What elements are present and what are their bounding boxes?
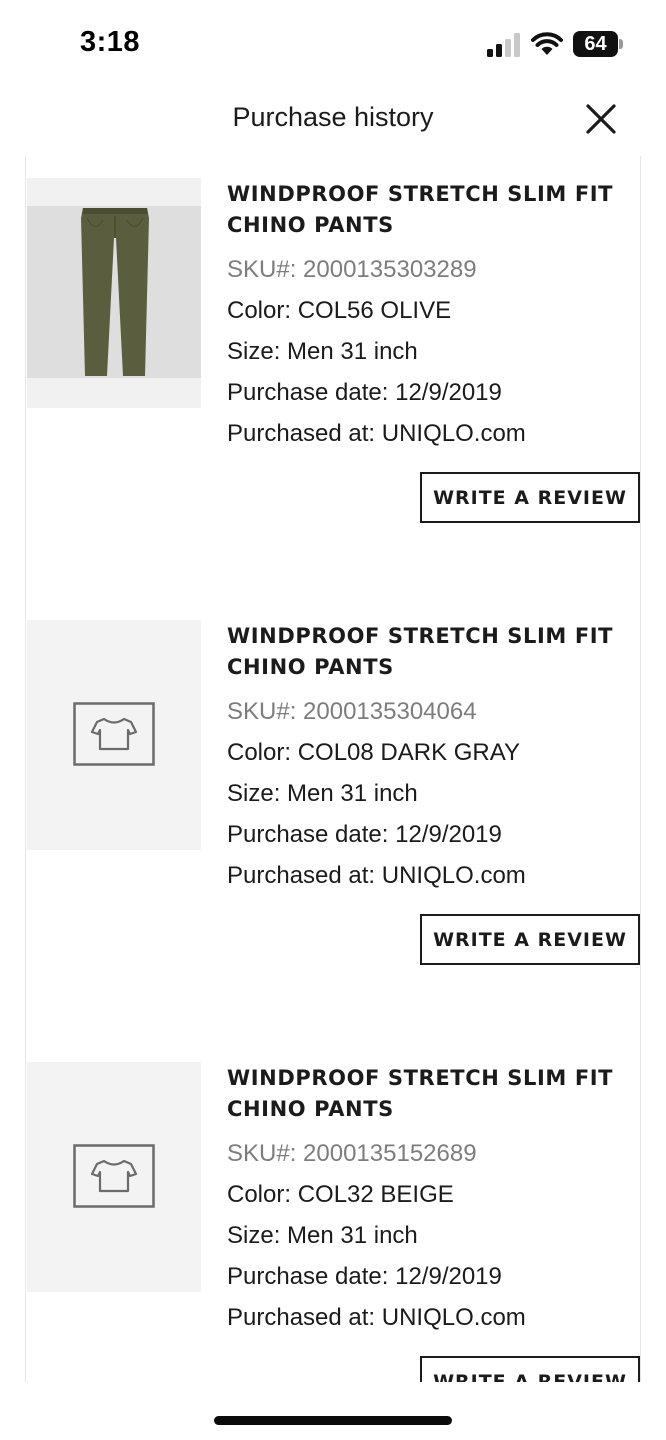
write-review-button[interactable]: WRITE A REVIEW (420, 914, 640, 965)
product-image[interactable] (27, 1062, 201, 1292)
write-review-label: WRITE A REVIEW (433, 1370, 627, 1383)
purchase-date: Purchase date: 12/9/2019 (227, 379, 502, 406)
product-size: Size: Men 31 inch (227, 780, 418, 807)
battery-level: 64 (584, 33, 607, 55)
purchase-date: Purchase date: 12/9/2019 (227, 1263, 502, 1290)
product-name: WINDPROOF STRETCH SLIM FIT CHINO PANTS (227, 1066, 614, 1121)
close-icon[interactable] (580, 98, 622, 140)
write-review-label: WRITE A REVIEW (433, 928, 627, 951)
purchase-item: WINDPROOF STRETCH SLIM FIT CHINO PANTS S… (26, 598, 640, 1018)
product-image[interactable] (27, 620, 201, 850)
product-size: Size: Men 31 inch (227, 338, 418, 365)
purchase-item: WINDPROOF STRETCH SLIM FIT CHINO PANTS S… (26, 1040, 640, 1382)
home-indicator[interactable] (214, 1416, 452, 1425)
write-review-button[interactable]: WRITE A REVIEW (420, 472, 640, 523)
purchase-date: Purchase date: 12/9/2019 (227, 821, 502, 848)
product-color: Color: COL56 OLIVE (227, 297, 452, 324)
wifi-icon (531, 32, 563, 55)
purchase-list[interactable]: WINDPROOF STRETCH SLIM FIT CHINO PANTS S… (25, 156, 641, 1382)
purchase-item: WINDPROOF STRETCH SLIM FIT CHINO PANTS S… (26, 156, 640, 576)
status-time: 3:18 (80, 26, 141, 58)
status-bar: 3:18 64 (0, 0, 666, 90)
purchased-at: Purchased at: UNIQLO.com (227, 862, 526, 889)
header: Purchase history (0, 90, 666, 156)
product-info: WINDPROOF STRETCH SLIM FIT CHINO PANTS S… (227, 178, 637, 454)
tshirt-placeholder-icon (73, 1144, 155, 1208)
product-sku: SKU#: 2000135152689 (227, 1140, 477, 1167)
write-review-button[interactable]: WRITE A REVIEW (420, 1356, 640, 1382)
write-review-label: WRITE A REVIEW (433, 486, 627, 509)
product-size: Size: Men 31 inch (227, 1222, 418, 1249)
signal-icon (487, 33, 520, 57)
purchased-at: Purchased at: UNIQLO.com (227, 420, 526, 447)
battery-tip (619, 39, 623, 49)
product-info: WINDPROOF STRETCH SLIM FIT CHINO PANTS S… (227, 620, 637, 896)
pants-image (81, 208, 149, 376)
product-sku: SKU#: 2000135303289 (227, 256, 477, 283)
purchased-at: Purchased at: UNIQLO.com (227, 1304, 526, 1331)
battery-icon: 64 (573, 31, 623, 57)
page-title: Purchase history (232, 102, 434, 132)
product-sku: SKU#: 2000135304064 (227, 698, 477, 725)
product-name: WINDPROOF STRETCH SLIM FIT CHINO PANTS (227, 182, 614, 237)
product-image[interactable] (27, 178, 201, 408)
product-color: Color: COL32 BEIGE (227, 1181, 454, 1208)
tshirt-placeholder-icon (73, 702, 155, 766)
product-color: Color: COL08 DARK GRAY (227, 739, 520, 766)
product-info: WINDPROOF STRETCH SLIM FIT CHINO PANTS S… (227, 1062, 637, 1338)
product-name: WINDPROOF STRETCH SLIM FIT CHINO PANTS (227, 624, 614, 679)
